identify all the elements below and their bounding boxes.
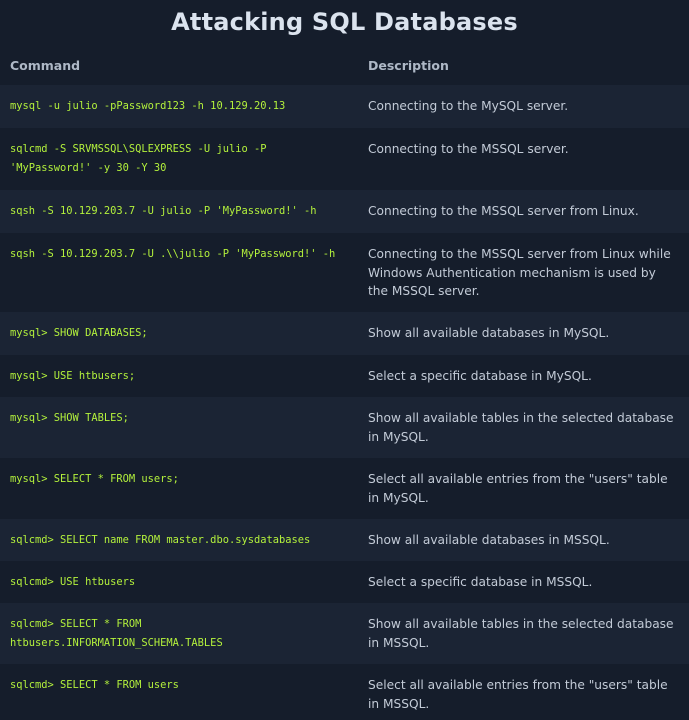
table-header: Command Description <box>0 45 689 85</box>
description-cell: Show all available databases in MySQL. <box>368 326 610 340</box>
description-cell: Show all available tables in the selecte… <box>368 617 674 650</box>
description-cell: Show all available databases in MSSQL. <box>368 533 610 547</box>
description-cell: Select a specific database in MySQL. <box>368 369 592 383</box>
command-cell: mysql> SHOW TABLES; <box>10 412 129 424</box>
command-cell: mysql> USE htbusers; <box>10 370 136 382</box>
command-cell: sqlcmd -S SRVMSSQL\SQLEXPRESS -U julio -… <box>10 143 273 174</box>
command-cell: sqlcmd> USE htbusers <box>10 576 136 588</box>
description-cell: Connecting to the MSSQL server from Linu… <box>368 247 671 298</box>
table-row: mysql> SHOW DATABASES; Show all availabl… <box>0 312 689 355</box>
column-header-description: Description <box>368 57 449 73</box>
table-row: sqlcmd> SELECT * FROM users Select all a… <box>0 664 689 720</box>
table-row: sqlcmd> SELECT * FROM htbusers.INFORMATI… <box>0 603 689 664</box>
table-row: mysql> SELECT * FROM users; Select all a… <box>0 458 689 519</box>
page: Attacking SQL Databases Command Descript… <box>0 0 689 720</box>
table-row: sqlcmd> USE htbusers Select a specific d… <box>0 561 689 603</box>
description-cell: Show all available tables in the selecte… <box>368 411 674 444</box>
table-row: sqsh -S 10.129.203.7 -U .\\julio -P 'MyP… <box>0 233 689 312</box>
command-cell: sqsh -S 10.129.203.7 -U julio -P 'MyPass… <box>10 205 317 217</box>
command-cell: sqlcmd> SELECT * FROM users <box>10 679 179 691</box>
command-cell: sqsh -S 10.129.203.7 -U .\\julio -P 'MyP… <box>10 248 336 260</box>
commands-table: Command Description mysql -u julio -pPas… <box>0 45 689 720</box>
description-cell: Select a specific database in MSSQL. <box>368 575 593 589</box>
description-cell: Connecting to the MSSQL server. <box>368 142 569 156</box>
table-body: mysql -u julio -pPassword123 -h 10.129.2… <box>0 85 689 720</box>
table-row: sqsh -S 10.129.203.7 -U julio -P 'MyPass… <box>0 190 689 233</box>
table-header-row: Command Description <box>0 45 689 85</box>
column-header-command: Command <box>10 57 81 73</box>
command-cell: sqlcmd> SELECT name FROM master.dbo.sysd… <box>10 534 311 546</box>
table-row: sqlcmd> SELECT name FROM master.dbo.sysd… <box>0 519 689 561</box>
command-cell: mysql -u julio -pPassword123 -h 10.129.2… <box>10 100 286 112</box>
command-cell: mysql> SELECT * FROM users; <box>10 473 179 485</box>
table-row: mysql> SHOW TABLES; Show all available t… <box>0 397 689 458</box>
description-cell: Connecting to the MySQL server. <box>368 99 569 113</box>
command-cell: sqlcmd> SELECT * FROM htbusers.INFORMATI… <box>10 618 223 649</box>
table-row: sqlcmd -S SRVMSSQL\SQLEXPRESS -U julio -… <box>0 128 689 190</box>
table-row: mysql -u julio -pPassword123 -h 10.129.2… <box>0 85 689 128</box>
description-cell: Connecting to the MSSQL server from Linu… <box>368 204 639 218</box>
description-cell: Select all available entries from the "u… <box>368 472 668 505</box>
page-title: Attacking SQL Databases <box>171 8 518 36</box>
command-cell: mysql> SHOW DATABASES; <box>10 327 148 339</box>
table-row: mysql> USE htbusers; Select a specific d… <box>0 355 689 397</box>
description-cell: Select all available entries from the "u… <box>368 678 668 711</box>
